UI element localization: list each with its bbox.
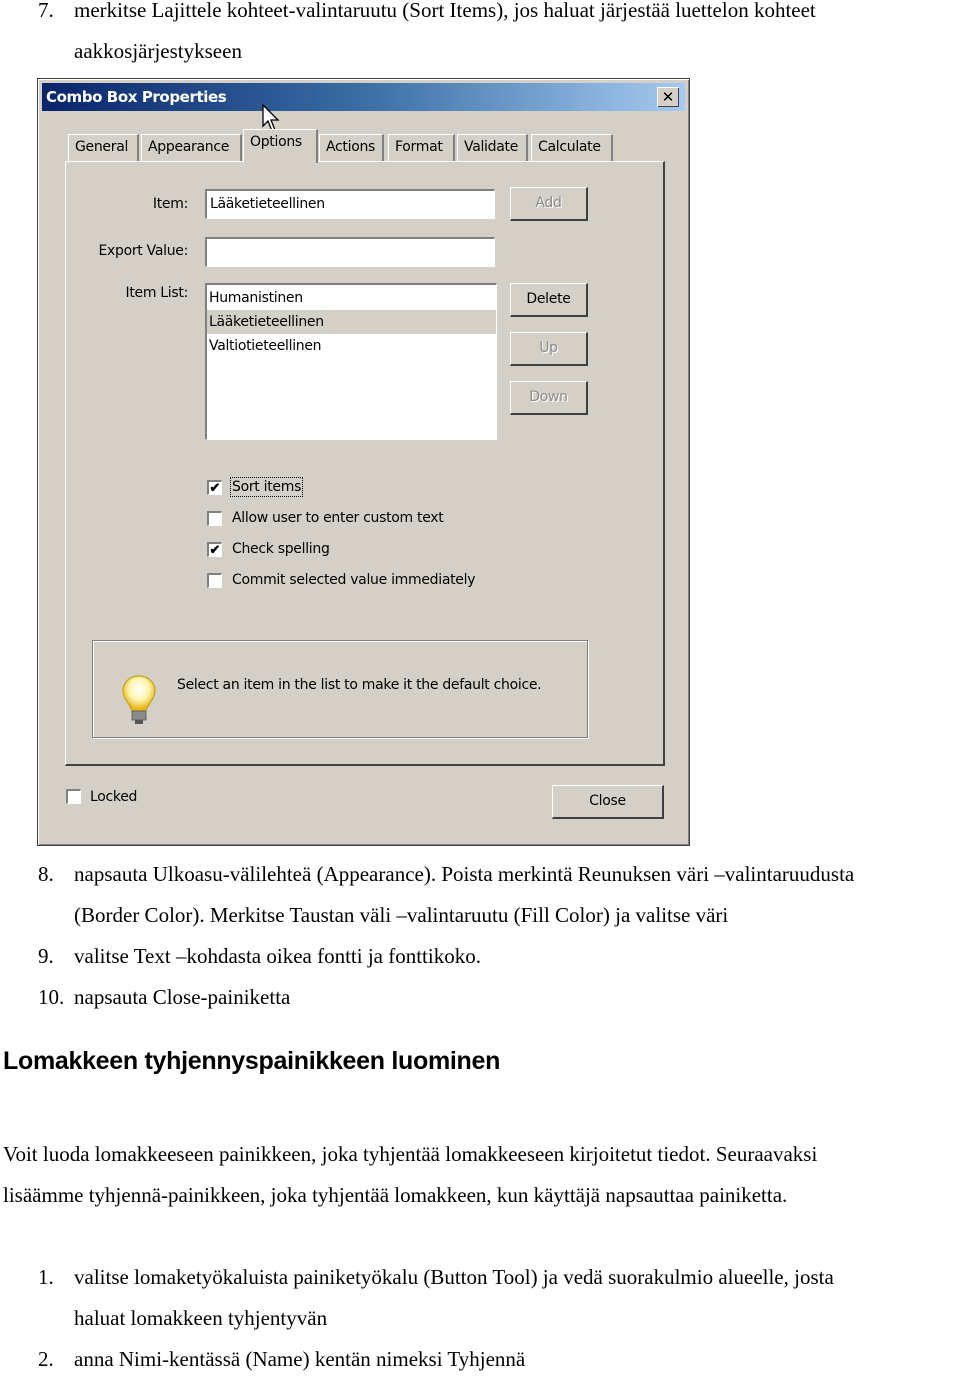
dialog-title: Combo Box Properties: [46, 88, 227, 106]
add-button[interactable]: Add: [510, 187, 588, 221]
step-number: 1.: [38, 1265, 54, 1289]
paragraph-line: Voit luoda lomakkeeseen painikkeen, joka…: [3, 1142, 818, 1166]
export-value-input[interactable]: [205, 237, 495, 267]
tab-actions[interactable]: Actions: [319, 134, 384, 162]
title-bar: Combo Box Properties ✕: [42, 83, 685, 111]
down-button[interactable]: Down: [510, 381, 588, 415]
paragraph-line: lisäämme tyhjennä-painikkeen, joka tyhje…: [3, 1183, 788, 1207]
item-input[interactable]: Lääketieteellinen: [205, 189, 495, 219]
step-text: aakkosjärjestykseen: [74, 39, 242, 63]
check-spelling-checkbox[interactable]: ✔: [207, 542, 222, 557]
step-number: 8.: [38, 862, 54, 886]
tab-appearance[interactable]: Appearance: [141, 134, 242, 162]
sort-items-checkbox[interactable]: ✔: [207, 480, 222, 495]
close-icon[interactable]: ✕: [657, 87, 679, 107]
item-list[interactable]: Humanistinen Lääketieteellinen Valtiotie…: [205, 283, 497, 440]
list-item-selected[interactable]: Lääketieteellinen: [207, 310, 496, 334]
lightbulb-icon: [122, 675, 156, 724]
step-text: merkitse Lajittele kohteet-valintaruutu …: [74, 0, 816, 22]
allow-custom-text-label[interactable]: Allow user to enter custom text: [232, 510, 444, 526]
section-heading: Lomakkeen tyhjennyspainikkeen luominen: [3, 1047, 501, 1075]
step-text: (Border Color). Merkitse Taustan väli –v…: [74, 903, 729, 927]
step-text: napsauta Close-painiketta: [74, 985, 291, 1009]
step-text: napsauta Ulkoasu-välilehteä (Appearance)…: [74, 862, 855, 886]
item-label: Item:: [152, 196, 188, 212]
export-value-label: Export Value:: [98, 243, 188, 259]
step-number: 7.: [38, 0, 54, 22]
up-button[interactable]: Up: [510, 332, 588, 366]
tab-format[interactable]: Format: [388, 134, 455, 162]
sort-items-label[interactable]: Sort items: [229, 477, 304, 497]
step-text: anna Nimi-kentässä (Name) kentän nimeksi…: [74, 1347, 526, 1371]
delete-button[interactable]: Delete: [510, 283, 588, 317]
list-item[interactable]: Valtiotieteellinen: [207, 334, 496, 358]
step-number: 9.: [38, 944, 54, 968]
step-text: valitse lomaketyökaluista painiketyökalu…: [74, 1265, 834, 1289]
tab-options[interactable]: Options: [243, 129, 318, 163]
close-button[interactable]: Close: [552, 785, 664, 819]
tab-general[interactable]: General: [68, 134, 139, 162]
item-list-label: Item List:: [125, 285, 188, 301]
step-number: 10.: [38, 985, 65, 1009]
list-item[interactable]: Humanistinen: [207, 286, 496, 310]
commit-value-checkbox[interactable]: [207, 573, 222, 588]
tab-validate[interactable]: Validate: [457, 134, 528, 162]
commit-value-label[interactable]: Commit selected value immediately: [232, 572, 476, 588]
check-spelling-label[interactable]: Check spelling: [232, 541, 330, 557]
locked-checkbox[interactable]: [66, 789, 81, 804]
step-text: valitse Text –kohdasta oikea fontti ja f…: [74, 944, 481, 968]
step-number: 2.: [38, 1347, 54, 1371]
tab-calculate[interactable]: Calculate: [531, 134, 613, 162]
allow-custom-text-checkbox[interactable]: [207, 511, 222, 526]
locked-label[interactable]: Locked: [90, 789, 137, 805]
step-text: haluat lomakkeen tyhjentyvän: [74, 1306, 328, 1330]
hint-text: Select an item in the list to make it th…: [177, 677, 542, 693]
